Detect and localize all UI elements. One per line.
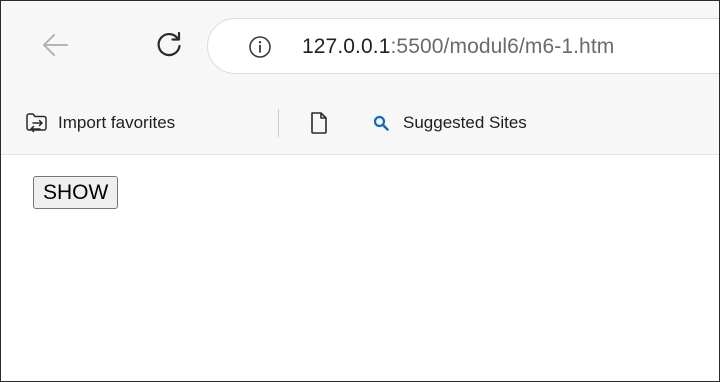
favorites-bar: Import favorites Suggested Sites: [1, 91, 719, 155]
info-icon: [249, 36, 271, 58]
arrow-left-icon: [43, 34, 68, 56]
favorite-page-link[interactable]: [309, 91, 329, 155]
back-button[interactable]: [37, 27, 73, 63]
reload-button[interactable]: [151, 27, 187, 63]
import-favorites-link[interactable]: Import favorites: [25, 91, 175, 155]
url-host: 127.0.0.1: [302, 35, 391, 58]
browser-toolbar: 127.0.0.1:5500/modul6/m6-1.htm: [1, 1, 719, 91]
suggested-sites-link[interactable]: Suggested Sites: [373, 91, 527, 155]
import-favorites-icon: [25, 112, 49, 134]
site-info-button[interactable]: [248, 35, 272, 59]
import-favorites-label: Import favorites: [58, 113, 176, 132]
url-text[interactable]: 127.0.0.1:5500/modul6/m6-1.htm: [302, 32, 614, 62]
url-path: :5500/modul6/m6-1.htm: [390, 35, 615, 58]
show-button[interactable]: SHOW: [33, 176, 119, 209]
address-bar[interactable]: 127.0.0.1:5500/modul6/m6-1.htm: [207, 18, 719, 74]
page-viewport: SHOW: [1, 156, 719, 381]
reload-icon: [157, 31, 181, 57]
search-icon: [373, 115, 389, 131]
page-icon: [309, 111, 329, 135]
suggested-sites-label: Suggested Sites: [403, 113, 527, 132]
favorites-divider: [278, 109, 279, 137]
browser-window: 127.0.0.1:5500/modul6/m6-1.htm Import fa…: [0, 0, 720, 382]
